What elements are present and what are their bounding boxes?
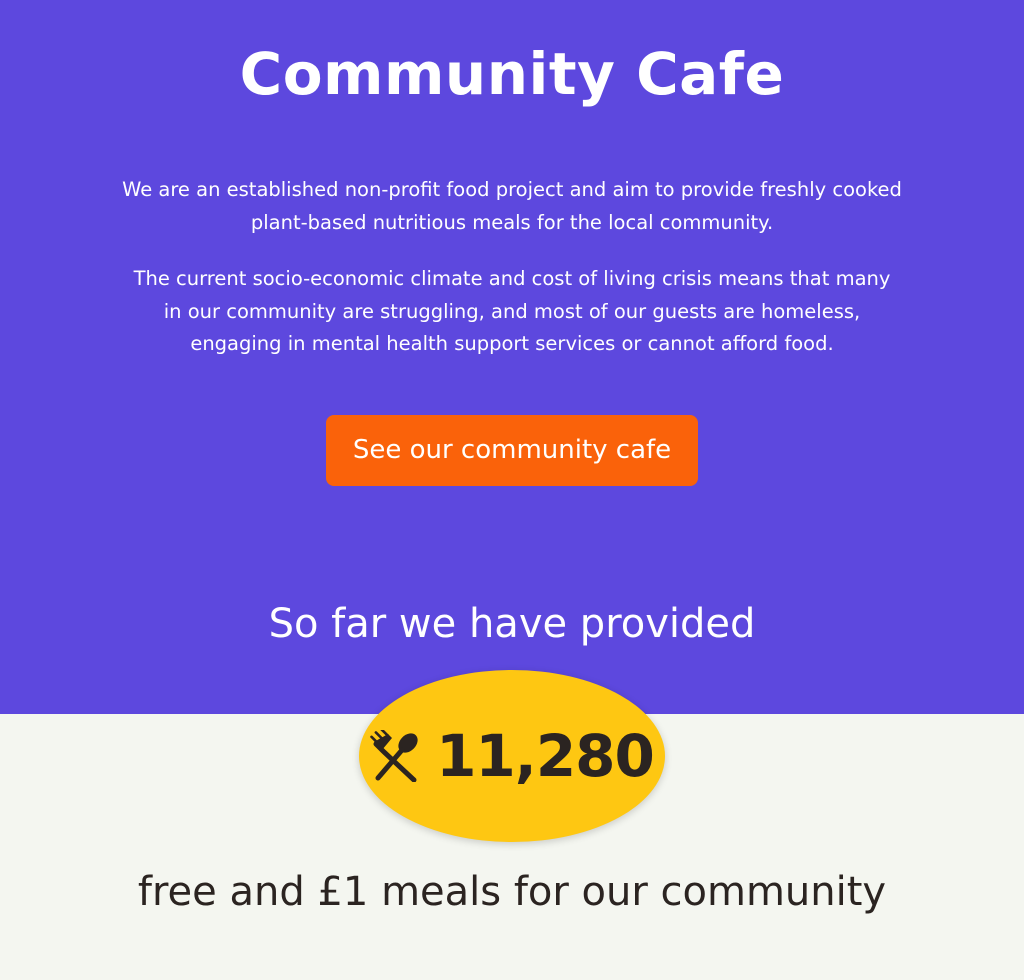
page-title: Community Cafe [239, 40, 785, 108]
provided-heading: So far we have provided [268, 601, 756, 647]
hero-section: Community Cafe We are an established non… [0, 0, 1024, 714]
meals-count: 11,280 [436, 722, 655, 790]
meals-caption: free and £1 meals for our community [137, 869, 887, 915]
meals-counter-badge: 11,280 [359, 670, 665, 842]
intro-paragraph: We are an established non-profit food pr… [122, 178, 902, 234]
context-paragraph: The current socio-economic climate and c… [133, 267, 891, 355]
utensils-icon [370, 730, 418, 782]
see-community-cafe-button[interactable]: See our community cafe [326, 415, 698, 486]
